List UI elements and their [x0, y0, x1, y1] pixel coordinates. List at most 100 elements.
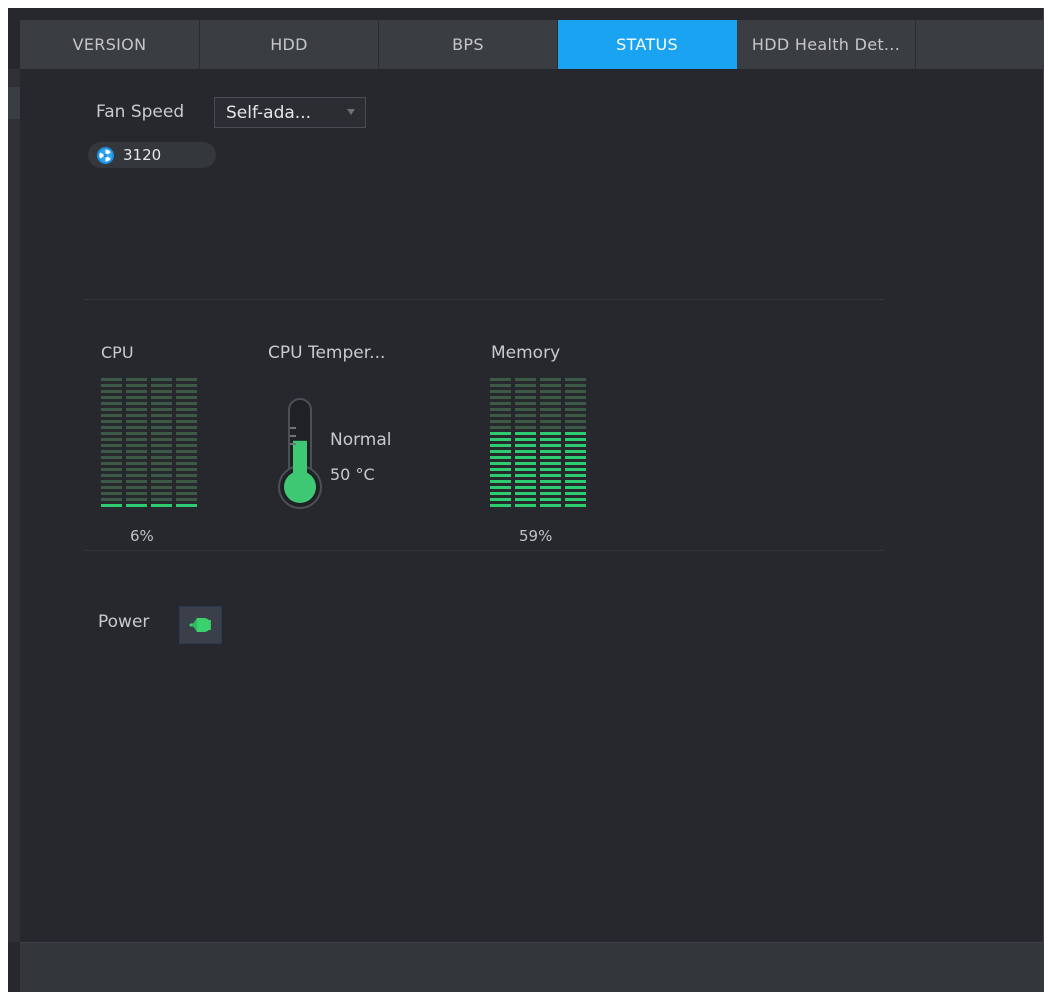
memory-gauge-cell	[490, 456, 511, 459]
cpu-gauge-cell	[151, 420, 172, 423]
memory-gauge-cell	[515, 504, 536, 507]
cpu-gauge-cell	[151, 402, 172, 405]
tab-hdd[interactable]: HDD	[200, 20, 379, 69]
memory-gauge-cell	[490, 444, 511, 447]
cpu-gauge-cell	[101, 390, 122, 393]
memory-gauge-cell	[515, 462, 536, 465]
memory-gauge-cell	[515, 426, 536, 429]
memory-gauge-cell	[540, 498, 561, 501]
cpu-gauge-cell	[126, 492, 147, 495]
memory-gauge-cell	[540, 480, 561, 483]
cpu-gauge-cell	[126, 450, 147, 453]
power-plug-icon	[189, 618, 211, 632]
side-scroll-handle[interactable]	[8, 87, 20, 119]
memory-gauge-cell	[490, 408, 511, 411]
cpu-gauge-cell	[101, 438, 122, 441]
memory-gauge-cell	[540, 426, 561, 429]
cpu-gauge-cell	[126, 384, 147, 387]
cpu-gauge-cell	[151, 444, 172, 447]
cpu-gauge-cell	[176, 444, 197, 447]
tab-hdd-health-detection[interactable]: HDD Health Det...	[737, 20, 916, 69]
memory-gauge-cell	[540, 486, 561, 489]
memory-gauge-cell	[515, 450, 536, 453]
memory-gauge-cell	[565, 402, 586, 405]
memory-gauge-cell	[490, 378, 511, 381]
cpu-gauge-cell	[176, 396, 197, 399]
dropdown-arrow-icon	[347, 109, 355, 115]
cpu-gauge-cell	[151, 498, 172, 501]
cpu-gauge-cell	[151, 390, 172, 393]
memory-gauge-cell	[490, 426, 511, 429]
cpu-gauge-cell	[176, 492, 197, 495]
power-status-button[interactable]	[179, 606, 222, 644]
cpu-gauge-cell	[101, 432, 122, 435]
memory-gauge-cell	[565, 432, 586, 435]
memory-gauge-cell	[540, 456, 561, 459]
memory-gauge-cell	[565, 456, 586, 459]
memory-gauge-cell	[515, 456, 536, 459]
memory-gauge-cell	[565, 414, 586, 417]
fan-speed-select[interactable]: Self-ada...	[214, 97, 366, 128]
cpu-gauge-cell	[176, 462, 197, 465]
side-scroll-strip	[8, 69, 20, 942]
cpu-gauge-cell	[151, 396, 172, 399]
cpu-gauge-cell	[101, 408, 122, 411]
cpu-gauge-cell	[101, 486, 122, 489]
memory-gauge-cell	[565, 426, 586, 429]
cpu-gauge-cell	[101, 444, 122, 447]
cpu-gauge-cell	[176, 468, 197, 471]
cpu-gauge-cell	[151, 504, 172, 507]
fan-icon	[96, 146, 115, 164]
cpu-temperature-status: Normal	[330, 430, 392, 450]
memory-gauge-cell	[515, 402, 536, 405]
memory-gauge-cell	[565, 420, 586, 423]
memory-gauge-cell	[565, 504, 586, 507]
memory-gauge-cell	[540, 384, 561, 387]
cpu-gauge-cell	[101, 468, 122, 471]
cpu-gauge-cell	[101, 492, 122, 495]
cpu-temperature-value: 50 °C	[330, 465, 375, 484]
memory-gauge-cell	[515, 474, 536, 477]
memory-gauge-cell	[540, 504, 561, 507]
cpu-gauge-cell	[151, 450, 172, 453]
cpu-gauge-cell	[126, 426, 147, 429]
tab-version[interactable]: VERSION	[20, 20, 200, 69]
memory-gauge-cell	[565, 390, 586, 393]
fan-speed-label: Fan Speed	[96, 102, 185, 122]
memory-gauge-cell	[490, 462, 511, 465]
memory-gauge-cell	[515, 492, 536, 495]
memory-gauge-cell	[515, 414, 536, 417]
memory-gauge-cell	[565, 438, 586, 441]
cpu-gauge-cell	[176, 378, 197, 381]
cpu-gauge-cell	[151, 480, 172, 483]
cpu-gauge-cell	[176, 426, 197, 429]
cpu-gauge-cell	[176, 384, 197, 387]
cpu-gauge-cell	[151, 378, 172, 381]
memory-gauge-cell	[490, 432, 511, 435]
memory-gauge-cell	[565, 468, 586, 471]
memory-gauge-cell	[490, 492, 511, 495]
cpu-gauge-cell	[176, 402, 197, 405]
cpu-gauge-cell	[176, 480, 197, 483]
tab-bps[interactable]: BPS	[379, 20, 558, 69]
cpu-gauge-cell	[176, 390, 197, 393]
tab-status[interactable]: STATUS	[558, 20, 737, 69]
memory-usage-gauge	[490, 378, 586, 510]
cpu-gauge-cell	[176, 408, 197, 411]
cpu-gauge-cell	[126, 504, 147, 507]
memory-gauge-cell	[490, 438, 511, 441]
cpu-gauge-cell	[151, 468, 172, 471]
cpu-gauge-cell	[176, 420, 197, 423]
cpu-usage-gauge	[101, 378, 197, 510]
cpu-gauge-cell	[101, 456, 122, 459]
memory-gauge-cell	[490, 498, 511, 501]
memory-gauge-cell	[515, 408, 536, 411]
memory-gauge-cell	[540, 390, 561, 393]
memory-gauge-cell	[540, 396, 561, 399]
memory-gauge-cell	[490, 468, 511, 471]
cpu-gauge-cell	[126, 420, 147, 423]
memory-gauge-cell	[490, 480, 511, 483]
memory-gauge-cell	[515, 390, 536, 393]
cpu-gauge-cell	[126, 486, 147, 489]
cpu-gauge-cell	[101, 498, 122, 501]
